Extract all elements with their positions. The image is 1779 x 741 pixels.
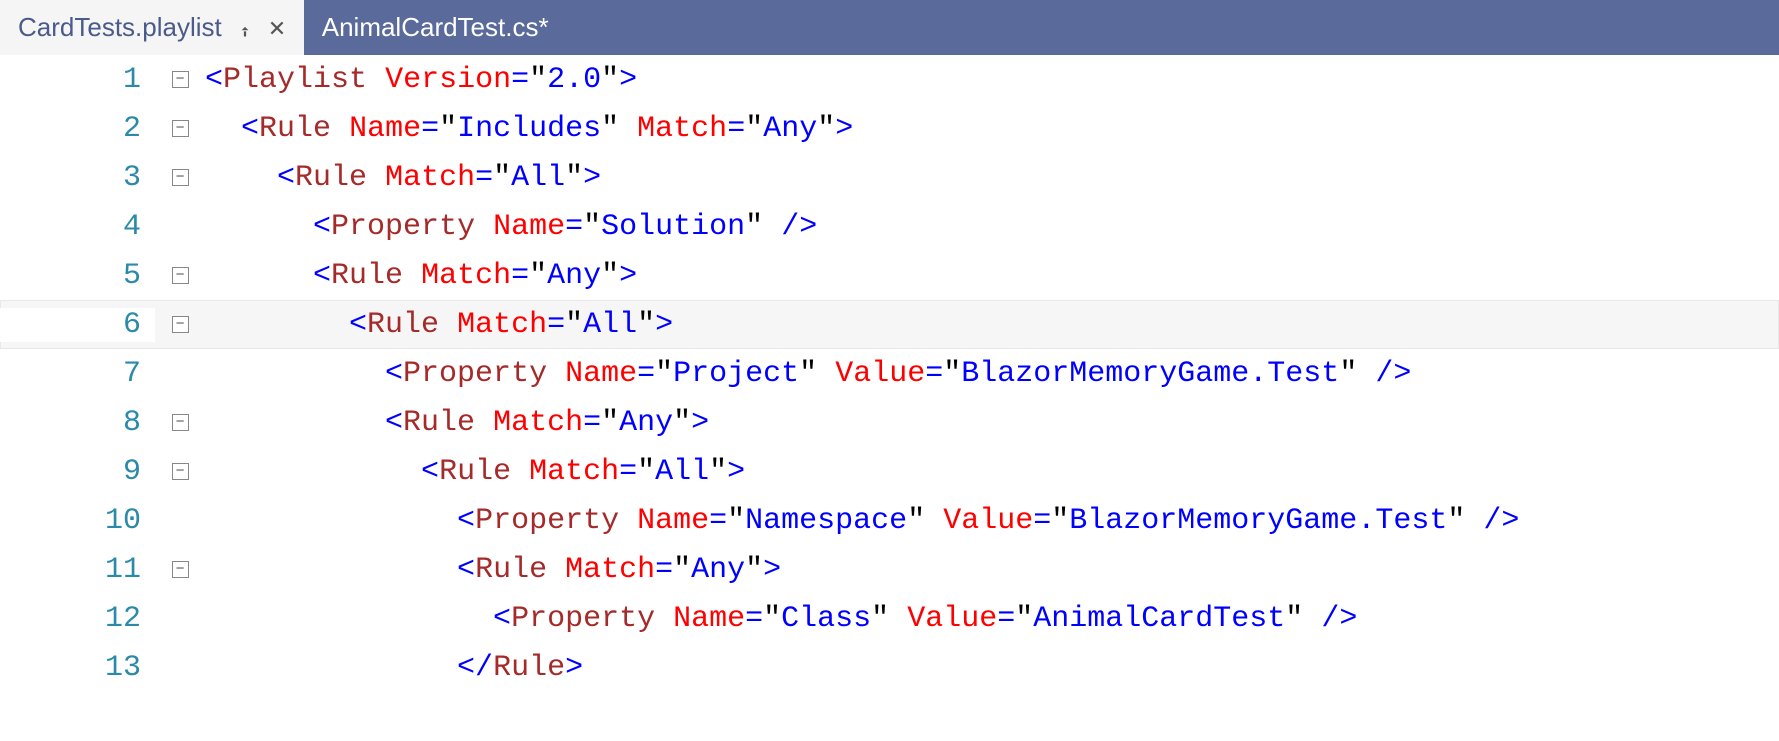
fold-gutter: − bbox=[155, 120, 205, 137]
fold-toggle-icon[interactable]: − bbox=[172, 561, 189, 578]
fold-toggle-icon[interactable]: − bbox=[172, 120, 189, 137]
fold-toggle-icon[interactable]: − bbox=[172, 71, 189, 88]
fold-gutter: − bbox=[155, 169, 205, 186]
code-text: <Property Name="Solution" /> bbox=[205, 210, 1779, 244]
fold-gutter: − bbox=[155, 561, 205, 578]
code-line[interactable]: 13 </Rule> bbox=[0, 643, 1779, 692]
code-text: <Rule Match="All"> bbox=[205, 455, 1779, 489]
code-line[interactable]: 1−<Playlist Version="2.0"> bbox=[0, 55, 1779, 104]
line-number: 9 bbox=[0, 455, 155, 489]
code-line[interactable]: 11− <Rule Match="Any"> bbox=[0, 545, 1779, 594]
tab-label: AnimalCardTest.cs* bbox=[322, 12, 549, 43]
code-line[interactable]: 6− <Rule Match="All"> bbox=[0, 300, 1779, 349]
fold-toggle-icon[interactable]: − bbox=[172, 169, 189, 186]
fold-gutter: − bbox=[155, 267, 205, 284]
code-text: <Property Name="Class" Value="AnimalCard… bbox=[205, 602, 1779, 636]
tab-inactive[interactable]: AnimalCardTest.cs* bbox=[304, 0, 567, 55]
code-line[interactable]: 9− <Rule Match="All"> bbox=[0, 447, 1779, 496]
line-number: 12 bbox=[0, 602, 155, 636]
line-number: 6 bbox=[0, 308, 155, 342]
line-number: 13 bbox=[0, 651, 155, 685]
fold-toggle-icon[interactable]: − bbox=[172, 316, 189, 333]
line-number: 4 bbox=[0, 210, 155, 244]
code-text: <Rule Match="Any"> bbox=[205, 553, 1779, 587]
fold-toggle-icon[interactable]: − bbox=[172, 267, 189, 284]
line-number: 11 bbox=[0, 553, 155, 587]
code-text: <Rule Match="Any"> bbox=[205, 406, 1779, 440]
code-line[interactable]: 12 <Property Name="Class" Value="AnimalC… bbox=[0, 594, 1779, 643]
code-text: <Property Name="Namespace" Value="Blazor… bbox=[205, 504, 1779, 538]
tab-label: CardTests.playlist bbox=[18, 12, 222, 43]
line-number: 10 bbox=[0, 504, 155, 538]
fold-gutter: − bbox=[155, 316, 205, 333]
line-number: 1 bbox=[0, 63, 155, 97]
line-number: 8 bbox=[0, 406, 155, 440]
fold-toggle-icon[interactable]: − bbox=[172, 463, 189, 480]
tab-bar: CardTests.playlist AnimalCardTest.cs* bbox=[0, 0, 1779, 55]
code-text: <Rule Match="Any"> bbox=[205, 259, 1779, 293]
code-line[interactable]: 5− <Rule Match="Any"> bbox=[0, 251, 1779, 300]
line-number: 2 bbox=[0, 112, 155, 146]
code-text: <Rule Match="All"> bbox=[205, 308, 1779, 342]
line-number: 3 bbox=[0, 161, 155, 195]
code-text: <Rule Name="Includes" Match="Any"> bbox=[205, 112, 1779, 146]
line-number: 5 bbox=[0, 259, 155, 293]
pin-icon[interactable] bbox=[236, 19, 254, 37]
fold-toggle-icon[interactable]: − bbox=[172, 414, 189, 431]
code-line[interactable]: 4 <Property Name="Solution" /> bbox=[0, 202, 1779, 251]
code-text: <Rule Match="All"> bbox=[205, 161, 1779, 195]
close-icon[interactable] bbox=[268, 19, 286, 37]
code-editor[interactable]: 1−<Playlist Version="2.0">2− <Rule Name=… bbox=[0, 55, 1779, 741]
fold-gutter: − bbox=[155, 463, 205, 480]
fold-gutter: − bbox=[155, 71, 205, 88]
code-text: </Rule> bbox=[205, 651, 1779, 685]
line-number: 7 bbox=[0, 357, 155, 391]
code-text: <Playlist Version="2.0"> bbox=[205, 63, 1779, 97]
code-line[interactable]: 7 <Property Name="Project" Value="Blazor… bbox=[0, 349, 1779, 398]
code-text: <Property Name="Project" Value="BlazorMe… bbox=[205, 357, 1779, 391]
tab-active[interactable]: CardTests.playlist bbox=[0, 0, 304, 55]
code-line[interactable]: 10 <Property Name="Namespace" Value="Bla… bbox=[0, 496, 1779, 545]
code-line[interactable]: 8− <Rule Match="Any"> bbox=[0, 398, 1779, 447]
fold-gutter: − bbox=[155, 414, 205, 431]
code-line[interactable]: 3− <Rule Match="All"> bbox=[0, 153, 1779, 202]
code-line[interactable]: 2− <Rule Name="Includes" Match="Any"> bbox=[0, 104, 1779, 153]
